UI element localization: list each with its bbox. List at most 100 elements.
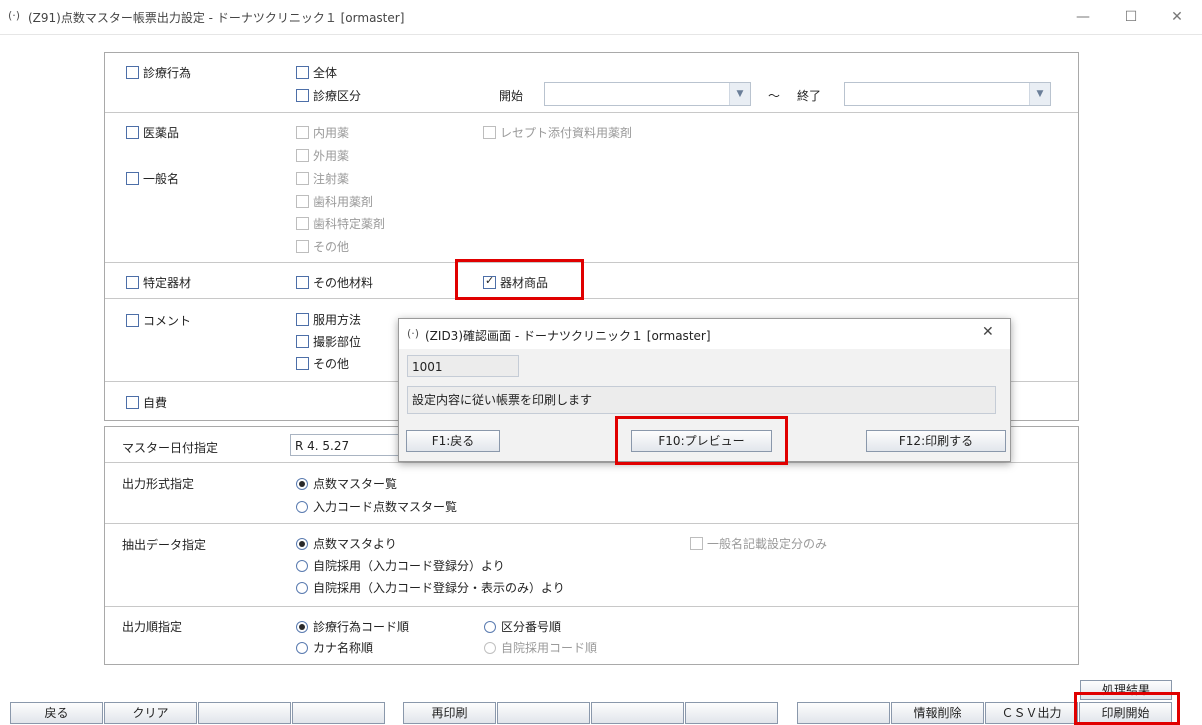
order-radio[interactable]: 区分番号順	[484, 618, 561, 635]
title-bar: (·) (Z91)点数マスター帳票出力設定 - ドーナツクリニック１ [orma…	[0, 0, 1202, 35]
radio-label: 自院採用（入力コード登録分）より	[313, 559, 505, 573]
highlight-box	[1074, 692, 1180, 725]
radio-dot	[296, 621, 308, 633]
order-radio[interactable]: カナ名称順	[296, 639, 373, 656]
dialog-close-icon[interactable]: ✕	[982, 324, 994, 340]
radio-label: カナ名称順	[313, 641, 374, 655]
comment-item-checkbox[interactable]: 撮影部位	[296, 333, 361, 350]
drug-item-checkbox[interactable]: 内用薬	[296, 124, 349, 141]
all-checkbox[interactable]: 全体	[296, 64, 337, 81]
fkey-delete-info-button[interactable]: 情報削除	[891, 702, 984, 724]
checkbox-box	[296, 357, 309, 370]
fkey-clear-button[interactable]: クリア	[104, 702, 197, 724]
checkbox-box	[296, 172, 309, 185]
fkey-reprint-button[interactable]: 再印刷	[403, 702, 496, 724]
receipt-drug-checkbox[interactable]: レセプト添付資料用薬剤	[483, 124, 632, 141]
all-label: 全体	[313, 66, 338, 80]
fkey-blank-button[interactable]	[591, 702, 684, 724]
checkbox-box	[126, 172, 139, 185]
start-combo[interactable]: ▼	[544, 82, 751, 106]
extract-label: 抽出データ指定	[122, 538, 207, 552]
fkey-csv-button[interactable]: ＣＳＶ出力	[985, 702, 1078, 724]
fkey-blank-button[interactable]	[797, 702, 890, 724]
product-label: 器材商品	[500, 276, 549, 290]
extract-radio[interactable]: 点数マスタより	[296, 535, 397, 552]
other-material-label: その他材料	[313, 276, 374, 290]
order-radio[interactable]: 診療行為コード順	[296, 618, 409, 635]
drug-item-checkbox[interactable]: 歯科特定薬剤	[296, 215, 385, 232]
product-checkbox[interactable]: ✓ 器材商品	[483, 274, 548, 291]
self-pay-checkbox[interactable]: 自費	[126, 394, 167, 411]
fkey-blank-button[interactable]	[292, 702, 385, 724]
drug-item-checkbox[interactable]: 外用薬	[296, 147, 349, 164]
extract-radio[interactable]: 自院採用（入力コード登録分・表示のみ）より	[296, 579, 565, 596]
drug-item-checkbox[interactable]: 注射薬	[296, 170, 349, 187]
master-date-input[interactable]: R 4. 5.27	[290, 434, 402, 456]
generic-only-checkbox[interactable]: 一般名記載設定分のみ	[690, 535, 827, 552]
checkbox-box	[126, 276, 139, 289]
radio-dot	[296, 560, 308, 572]
radio-dot	[484, 621, 496, 633]
extract-radio[interactable]: 自院採用（入力コード登録分）より	[296, 557, 505, 574]
radio-label: 区分番号順	[501, 620, 562, 634]
material-checkbox[interactable]: 特定器材	[126, 274, 191, 291]
drug-item-checkbox[interactable]: その他	[296, 238, 349, 255]
maximize-button[interactable]: ☐	[1108, 4, 1154, 30]
minimize-button[interactable]: —	[1060, 4, 1106, 30]
fkey-blank-button[interactable]	[198, 702, 291, 724]
comment-item-label: 撮影部位	[313, 335, 362, 349]
f1-back-button[interactable]: F1:戻る	[406, 430, 500, 452]
f12-print-button[interactable]: F12:印刷する	[866, 430, 1006, 452]
tilde-label: ～	[768, 89, 781, 103]
start-label: 開始	[499, 89, 524, 103]
checkbox-box	[296, 217, 309, 230]
divider	[105, 298, 1078, 299]
comment-item-checkbox[interactable]: その他	[296, 355, 349, 372]
checkbox-box	[126, 314, 139, 327]
drug-item-label: 歯科用薬剤	[313, 195, 374, 209]
chevron-down-icon[interactable]: ▼	[729, 83, 750, 105]
dialog-title-bar: (·) (ZID3)確認画面 - ドーナツクリニック１ [ormaster] ✕	[399, 319, 1010, 349]
drug-label: 医薬品	[143, 126, 180, 140]
chevron-down-icon[interactable]: ▼	[1029, 83, 1050, 105]
radio-dot	[296, 642, 308, 654]
orca-icon: (·)	[8, 9, 21, 22]
output-format-label: 出力形式指定	[122, 477, 195, 491]
end-label: 終了	[797, 89, 822, 103]
receipt-drug-label: レセプト添付資料用薬剤	[500, 126, 633, 140]
order-radio[interactable]: 自院採用コード順	[484, 639, 597, 656]
drug-item-label: その他	[313, 240, 350, 254]
fkey-back-button[interactable]: 戻る	[10, 702, 103, 724]
divider	[105, 262, 1078, 263]
shinryo-checkbox[interactable]: 診療行為	[126, 64, 191, 81]
output-format-radio[interactable]: 点数マスター覧	[296, 475, 397, 492]
comment-label: コメント	[143, 314, 192, 328]
drug-checkbox[interactable]: 医薬品	[126, 124, 179, 141]
kubun-checkbox[interactable]: 診療区分	[296, 87, 361, 104]
radio-dot	[296, 501, 308, 513]
self-pay-label: 自費	[143, 396, 168, 410]
close-button[interactable]: ✕	[1154, 4, 1200, 30]
dialog-code-field: 1001	[407, 355, 519, 377]
end-combo[interactable]: ▼	[844, 82, 1051, 106]
fkey-blank-button[interactable]	[685, 702, 778, 724]
generic-checkbox[interactable]: 一般名	[126, 170, 179, 187]
drug-item-label: 内用薬	[313, 126, 350, 140]
output-format-radio[interactable]: 入力コード点数マスター覧	[296, 498, 457, 515]
drug-item-checkbox[interactable]: 歯科用薬剤	[296, 193, 373, 210]
material-label: 特定器材	[143, 276, 192, 290]
comment-checkbox[interactable]: コメント	[126, 312, 191, 329]
radio-dot	[296, 538, 308, 550]
fkey-blank-button[interactable]	[497, 702, 590, 724]
comment-item-checkbox[interactable]: 服用方法	[296, 311, 361, 328]
kubun-label: 診療区分	[313, 89, 362, 103]
checkbox-box	[296, 195, 309, 208]
other-material-checkbox[interactable]: その他材料	[296, 274, 373, 291]
shinryo-label: 診療行為	[143, 66, 192, 80]
radio-dot	[296, 582, 308, 594]
checkbox-box	[296, 335, 309, 348]
radio-label: 点数マスター覧	[313, 477, 398, 491]
radio-label: 自院採用（入力コード登録分・表示のみ）より	[313, 581, 565, 595]
checkbox-box	[296, 66, 309, 79]
generic-label: 一般名	[143, 172, 180, 186]
